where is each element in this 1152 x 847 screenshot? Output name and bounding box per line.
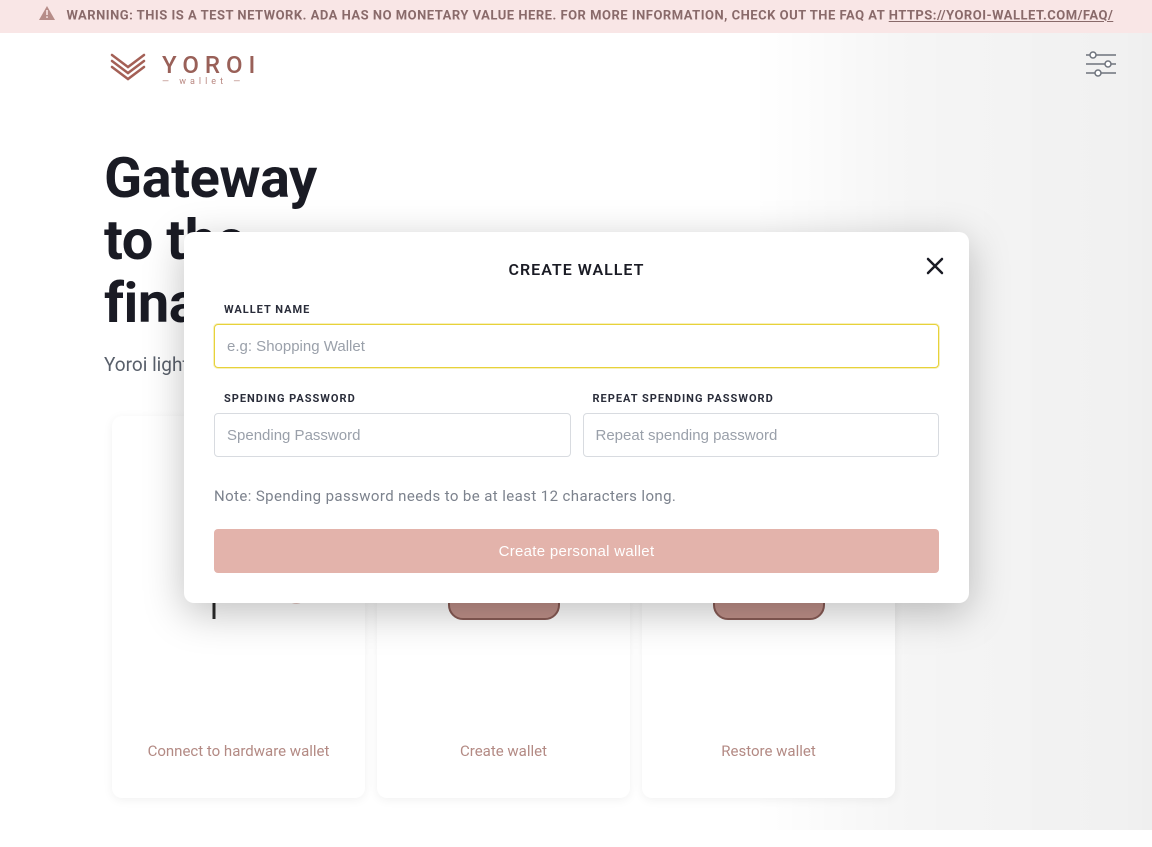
create-personal-wallet-button[interactable]: Create personal wallet [214,529,939,573]
wallet-name-label: WALLET NAME [224,303,939,316]
repeat-spending-password-label: REPEAT SPENDING PASSWORD [593,392,940,405]
spending-password-input[interactable] [214,413,571,457]
close-icon[interactable] [923,254,947,278]
repeat-spending-password-input[interactable] [583,413,940,457]
wallet-name-input[interactable] [214,324,939,368]
spending-password-label: SPENDING PASSWORD [224,392,571,405]
modal-title: CREATE WALLET [214,260,939,279]
create-wallet-modal: CREATE WALLET WALLET NAME SPENDING PASSW… [184,232,969,603]
password-note: Note: Spending password needs to be at l… [214,487,939,505]
